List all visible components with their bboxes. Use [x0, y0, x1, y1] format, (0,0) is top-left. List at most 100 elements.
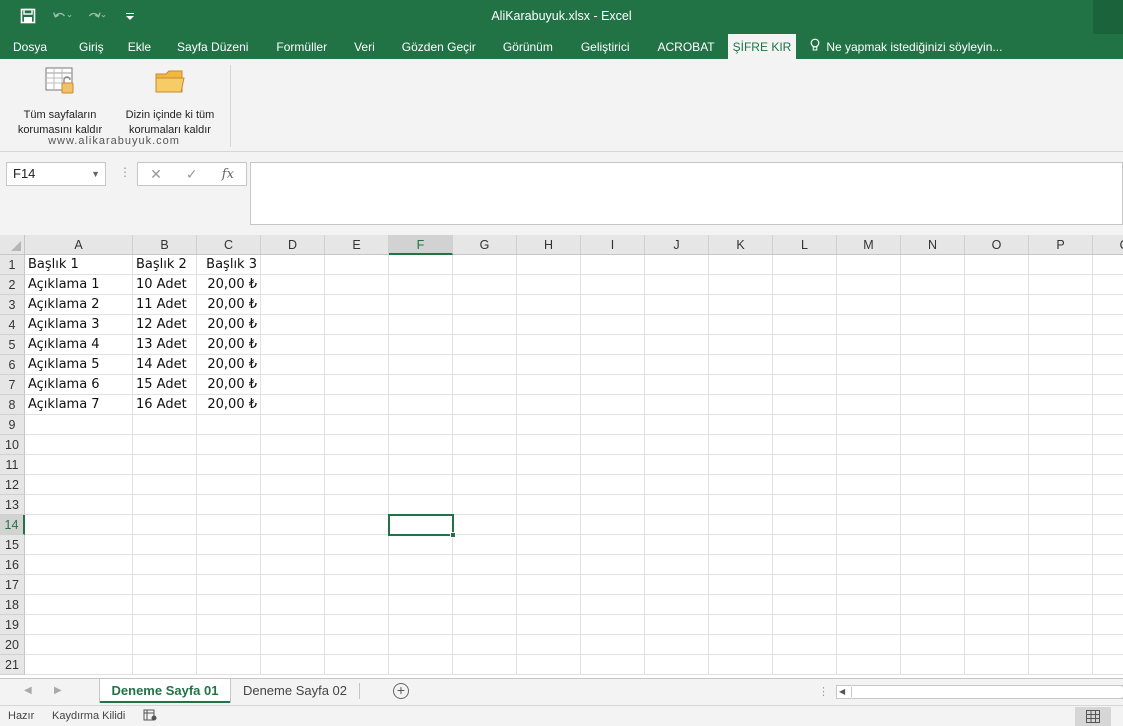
- cell-p19[interactable]: [1029, 615, 1093, 635]
- cell-n17[interactable]: [901, 575, 965, 595]
- cell-m8[interactable]: [837, 395, 901, 415]
- cell-d14[interactable]: [261, 515, 325, 535]
- cell-k3[interactable]: [709, 295, 773, 315]
- cell-i4[interactable]: [581, 315, 645, 335]
- row-header-18[interactable]: 18: [0, 595, 25, 615]
- cell-c1[interactable]: Başlık 3: [197, 255, 261, 275]
- cell-q20[interactable]: [1093, 635, 1123, 655]
- cell-i10[interactable]: [581, 435, 645, 455]
- cell-n3[interactable]: [901, 295, 965, 315]
- cell-q16[interactable]: [1093, 555, 1123, 575]
- cell-h8[interactable]: [517, 395, 581, 415]
- column-header-q[interactable]: Q: [1093, 235, 1123, 255]
- cell-g2[interactable]: [453, 275, 517, 295]
- cell-l8[interactable]: [773, 395, 837, 415]
- cell-g9[interactable]: [453, 415, 517, 435]
- cell-e6[interactable]: [325, 355, 389, 375]
- cell-i16[interactable]: [581, 555, 645, 575]
- tab-giris[interactable]: Giriş: [60, 34, 116, 59]
- tab-split-grip-icon[interactable]: ⋮: [818, 685, 829, 698]
- cell-h11[interactable]: [517, 455, 581, 475]
- column-header-k[interactable]: K: [709, 235, 773, 255]
- cell-j18[interactable]: [645, 595, 709, 615]
- insert-function-icon[interactable]: fx: [222, 167, 234, 182]
- cell-a7[interactable]: Açıklama 6: [25, 375, 133, 395]
- cell-l20[interactable]: [773, 635, 837, 655]
- tab-gozden-gecir[interactable]: Gözden Geçir: [388, 34, 489, 59]
- tab-sayfa-duzeni[interactable]: Sayfa Düzeni: [164, 34, 261, 59]
- cell-c21[interactable]: [197, 655, 261, 675]
- cell-e10[interactable]: [325, 435, 389, 455]
- cell-p12[interactable]: [1029, 475, 1093, 495]
- cell-p8[interactable]: [1029, 395, 1093, 415]
- cell-i17[interactable]: [581, 575, 645, 595]
- cell-a5[interactable]: Açıklama 4: [25, 335, 133, 355]
- cell-d3[interactable]: [261, 295, 325, 315]
- cell-g6[interactable]: [453, 355, 517, 375]
- cell-f17[interactable]: [389, 575, 453, 595]
- cell-e13[interactable]: [325, 495, 389, 515]
- cell-m19[interactable]: [837, 615, 901, 635]
- cell-e2[interactable]: [325, 275, 389, 295]
- cell-p9[interactable]: [1029, 415, 1093, 435]
- row-header-17[interactable]: 17: [0, 575, 25, 595]
- cell-b18[interactable]: [133, 595, 197, 615]
- cell-d9[interactable]: [261, 415, 325, 435]
- cell-a18[interactable]: [25, 595, 133, 615]
- cell-q5[interactable]: [1093, 335, 1123, 355]
- cell-c17[interactable]: [197, 575, 261, 595]
- cell-j7[interactable]: [645, 375, 709, 395]
- cell-l13[interactable]: [773, 495, 837, 515]
- cell-d2[interactable]: [261, 275, 325, 295]
- cell-d12[interactable]: [261, 475, 325, 495]
- horizontal-scrollbar[interactable]: ◀: [836, 685, 1123, 699]
- select-all-corner[interactable]: [0, 235, 25, 255]
- cell-f21[interactable]: [389, 655, 453, 675]
- cell-h5[interactable]: [517, 335, 581, 355]
- cell-c9[interactable]: [197, 415, 261, 435]
- cell-e9[interactable]: [325, 415, 389, 435]
- cell-k1[interactable]: [709, 255, 773, 275]
- cell-d13[interactable]: [261, 495, 325, 515]
- cell-c4[interactable]: 20,00 ₺: [197, 315, 261, 335]
- column-header-i[interactable]: I: [581, 235, 645, 255]
- column-header-m[interactable]: M: [837, 235, 901, 255]
- cell-q21[interactable]: [1093, 655, 1123, 675]
- cell-j5[interactable]: [645, 335, 709, 355]
- cell-n21[interactable]: [901, 655, 965, 675]
- cell-k9[interactable]: [709, 415, 773, 435]
- column-header-f[interactable]: F: [389, 235, 453, 255]
- cell-j8[interactable]: [645, 395, 709, 415]
- name-box[interactable]: F14 ▼: [6, 162, 106, 186]
- cell-b19[interactable]: [133, 615, 197, 635]
- cell-i5[interactable]: [581, 335, 645, 355]
- cell-b7[interactable]: 15 Adet: [133, 375, 197, 395]
- cell-f11[interactable]: [389, 455, 453, 475]
- cell-i18[interactable]: [581, 595, 645, 615]
- cell-n13[interactable]: [901, 495, 965, 515]
- cell-m10[interactable]: [837, 435, 901, 455]
- cell-o12[interactable]: [965, 475, 1029, 495]
- cell-g4[interactable]: [453, 315, 517, 335]
- cell-o8[interactable]: [965, 395, 1029, 415]
- cell-g3[interactable]: [453, 295, 517, 315]
- cell-a4[interactable]: Açıklama 3: [25, 315, 133, 335]
- cell-d7[interactable]: [261, 375, 325, 395]
- cell-i15[interactable]: [581, 535, 645, 555]
- cell-o7[interactable]: [965, 375, 1029, 395]
- cell-e16[interactable]: [325, 555, 389, 575]
- cell-e19[interactable]: [325, 615, 389, 635]
- cell-k2[interactable]: [709, 275, 773, 295]
- cell-f19[interactable]: [389, 615, 453, 635]
- cell-a10[interactable]: [25, 435, 133, 455]
- cell-d10[interactable]: [261, 435, 325, 455]
- cell-q7[interactable]: [1093, 375, 1123, 395]
- cell-a8[interactable]: Açıklama 7: [25, 395, 133, 415]
- cell-p16[interactable]: [1029, 555, 1093, 575]
- cell-b4[interactable]: 12 Adet: [133, 315, 197, 335]
- cell-j11[interactable]: [645, 455, 709, 475]
- cell-o19[interactable]: [965, 615, 1029, 635]
- cell-c18[interactable]: [197, 595, 261, 615]
- cell-q2[interactable]: [1093, 275, 1123, 295]
- cell-b12[interactable]: [133, 475, 197, 495]
